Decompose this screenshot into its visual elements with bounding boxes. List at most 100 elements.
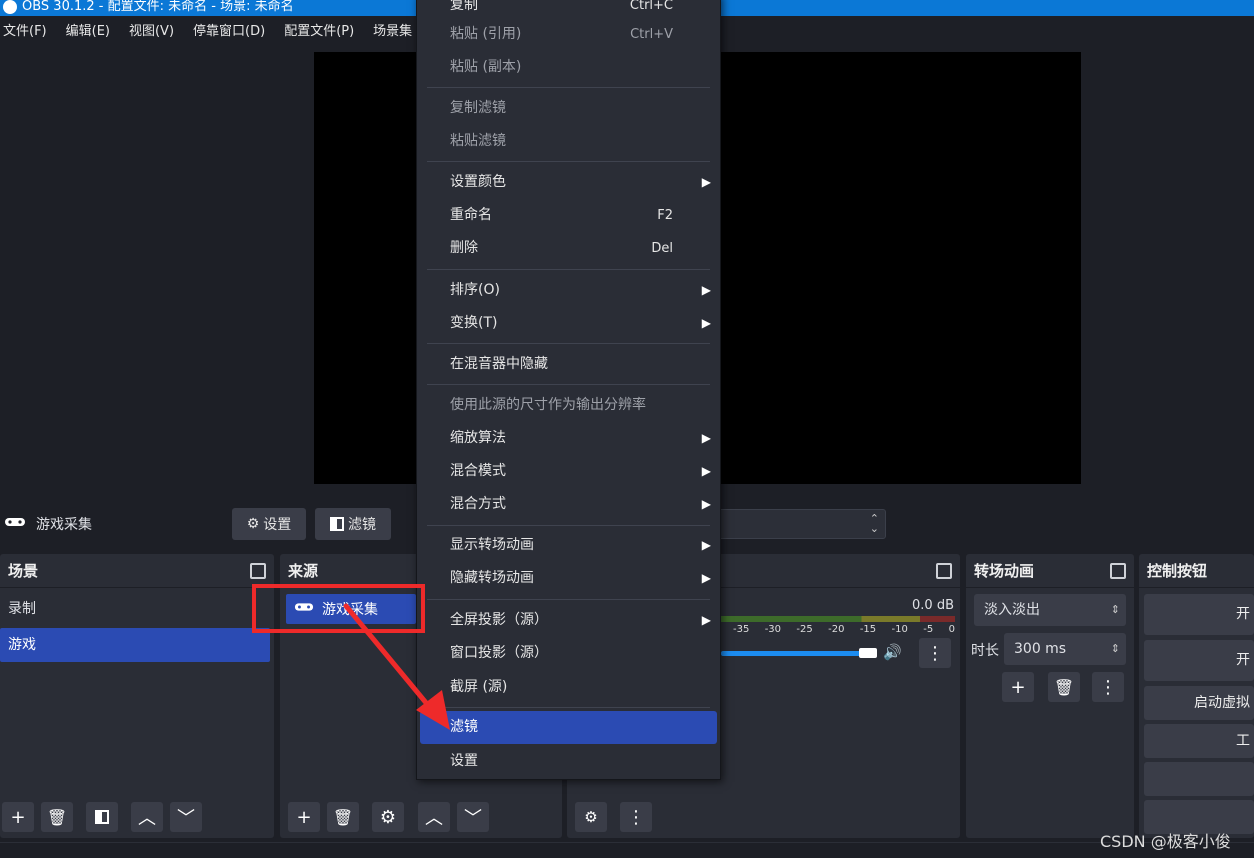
meter-scale: -35 -30 -25 -20 -15 -10 -5 0: [733, 624, 955, 635]
studio-mode-button[interactable]: 工: [1144, 724, 1254, 758]
menu-paste-duplicate-label: 粘贴 (副本): [450, 59, 522, 75]
mixer-advanced-button[interactable]: ⚙: [575, 802, 607, 832]
submenu-arrow-icon: ▶: [701, 538, 711, 552]
gear-icon: ⚙: [246, 516, 260, 532]
remove-scene-button[interactable]: 🗑: [41, 802, 73, 832]
menu-properties[interactable]: 设置: [420, 745, 717, 778]
menu-blend-method-label: 混合方式: [450, 496, 506, 512]
add-transition-button[interactable]: +: [1002, 672, 1034, 702]
move-source-down-button[interactable]: ﹀: [457, 802, 489, 832]
menu-separator: [427, 343, 710, 344]
chevron-down-icon: ﹀: [177, 808, 195, 829]
sources-title: 来源: [288, 562, 319, 580]
menu-set-color[interactable]: 设置颜色 ▶: [420, 166, 717, 199]
submenu-arrow-icon: ▶: [701, 175, 711, 189]
remove-transition-button[interactable]: 🗑: [1048, 672, 1080, 702]
meter-tick: -35: [733, 624, 750, 635]
settings-button[interactable]: [1144, 762, 1254, 796]
source-toolbar-combobox[interactable]: ⌃ ⌄: [700, 509, 886, 539]
studio-mode-label: 工: [1236, 733, 1250, 749]
meter-tick: -15: [859, 624, 877, 635]
menu-blend-method[interactable]: 混合方式 ▶: [420, 488, 717, 521]
menu-paste-filters-label: 粘贴滤镜: [450, 133, 506, 149]
menu-paste-reference-label: 粘贴 (引用): [450, 26, 522, 42]
obs-logo-icon: [3, 0, 17, 14]
source-filters-button[interactable]: 滤镜: [315, 508, 391, 540]
window-title: OBS 30.1.2 - 配置文件: 未命名 - 场景: 未命名: [22, 0, 294, 14]
menu-show-transition[interactable]: 显示转场动画 ▶: [420, 529, 717, 562]
trash-icon: 🗑: [1053, 677, 1075, 697]
move-source-up-button[interactable]: ︿: [418, 802, 450, 832]
source-properties-button[interactable]: ⚙: [372, 802, 404, 832]
chevron-up-icon: ︿: [138, 808, 156, 829]
move-scene-up-button[interactable]: ︿: [131, 802, 163, 832]
start-virtual-camera-button[interactable]: 启动虚拟: [1144, 686, 1254, 720]
status-bar: [0, 842, 1254, 858]
menu-scale-filter[interactable]: 缩放算法 ▶: [420, 422, 717, 455]
transition-properties-button[interactable]: ⋮: [1092, 672, 1124, 702]
menu-hide-transition[interactable]: 隐藏转场动画 ▶: [420, 562, 717, 595]
add-source-button[interactable]: +: [288, 802, 320, 832]
add-scene-button[interactable]: +: [2, 802, 34, 832]
volume-slider-handle[interactable]: [859, 648, 877, 658]
undock-icon[interactable]: [1110, 563, 1126, 579]
start-recording-button[interactable]: 开: [1144, 640, 1254, 681]
speaker-icon[interactable]: 🔊: [883, 643, 902, 661]
scene-filters-button[interactable]: [86, 802, 118, 832]
trash-icon: 🗑: [46, 807, 68, 827]
move-scene-down-button[interactable]: ﹀: [170, 802, 202, 832]
menu-separator: [427, 525, 710, 526]
menu-rename[interactable]: 重命名 F2: [420, 199, 717, 232]
controls-dock-header: 控制按钮: [1139, 554, 1254, 588]
menu-docks[interactable]: 停靠窗口(D): [193, 20, 265, 39]
filter-icon: [330, 517, 344, 531]
submenu-arrow-icon: ▶: [701, 613, 711, 627]
submenu-arrow-icon: ▶: [701, 316, 711, 330]
menu-rename-label: 重命名: [450, 207, 492, 223]
mixer-options-button[interactable]: ⋮: [620, 802, 652, 832]
menu-resize-output[interactable]: 使用此源的尺寸作为输出分辨率: [420, 389, 717, 422]
menu-paste-duplicate[interactable]: 粘贴 (副本): [420, 51, 717, 84]
chevron-updown-icon: ⇕: [1110, 642, 1120, 655]
scenes-title: 场景: [8, 562, 39, 580]
undock-icon[interactable]: [936, 563, 952, 579]
kebab-menu-icon: ⋮: [627, 806, 645, 828]
menu-paste-reference[interactable]: 粘贴 (引用) Ctrl+V: [420, 18, 717, 51]
transition-select[interactable]: 淡入淡出 ⇕: [974, 594, 1126, 626]
duration-value: 300 ms: [1014, 641, 1067, 657]
duration-spinbox[interactable]: 300 ms ⇕: [1004, 633, 1126, 665]
menu-scene-collection[interactable]: 场景集: [373, 20, 412, 39]
volume-slider[interactable]: [721, 651, 877, 656]
start-streaming-button[interactable]: 开: [1144, 594, 1254, 635]
menu-transform[interactable]: 变换(T) ▶: [420, 307, 717, 340]
undock-icon[interactable]: [250, 563, 266, 579]
scene-item-game[interactable]: 游戏: [0, 628, 270, 662]
kebab-menu-icon: ⋮: [1099, 676, 1117, 698]
menu-hide-in-mixer[interactable]: 在混音器中隐藏: [420, 348, 717, 381]
menu-paste-filters[interactable]: 粘贴滤镜: [420, 125, 717, 158]
menu-copy-filters-label: 复制滤镜: [450, 100, 506, 116]
chevron-down-icon: ﹀: [464, 808, 482, 829]
menu-delete-label: 删除: [450, 240, 478, 256]
menu-file[interactable]: 文件(F): [3, 20, 47, 39]
remove-source-button[interactable]: 🗑: [327, 802, 359, 832]
menu-profile[interactable]: 配置文件(P): [284, 20, 354, 39]
menu-order[interactable]: 排序(O) ▶: [420, 274, 717, 307]
meter-tick: -10: [891, 624, 908, 635]
scene-item-recording[interactable]: 录制: [0, 592, 274, 626]
menu-blend-mode[interactable]: 混合模式 ▶: [420, 455, 717, 488]
menu-transform-label: 变换(T): [450, 315, 498, 331]
volume-meter: [721, 616, 955, 622]
plus-icon: +: [296, 806, 312, 828]
meter-tick: -5: [923, 624, 934, 635]
menu-edit[interactable]: 编辑(E): [66, 20, 110, 39]
transitions-dock-header: 转场动画: [966, 554, 1134, 588]
menu-copy-label: 复制: [450, 0, 478, 13]
menu-copy-filters[interactable]: 复制滤镜: [420, 92, 717, 125]
menu-view[interactable]: 视图(V): [129, 20, 174, 39]
menu-delete[interactable]: 删除 Del: [420, 232, 717, 265]
source-settings-button[interactable]: ⚙ 设置: [232, 508, 306, 540]
mixer-menu-button[interactable]: ⋮: [919, 638, 951, 668]
transitions-dock: 转场动画 淡入淡出 ⇕ 时长 300 ms ⇕ + 🗑 ⋮: [966, 554, 1134, 838]
menu-separator: [427, 269, 710, 270]
